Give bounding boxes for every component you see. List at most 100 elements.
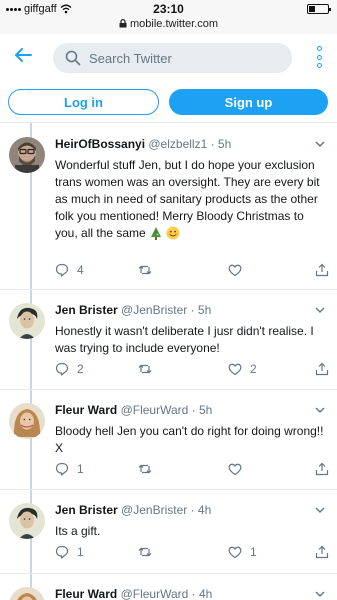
reply-button[interactable]: 1 <box>55 545 84 559</box>
timestamp[interactable]: · 4h <box>192 587 213 600</box>
reply-button[interactable]: 4 <box>55 263 84 277</box>
user-handle[interactable]: @FleurWard <box>121 403 189 417</box>
tweet-text-content: Honestly it wasn't deliberate I jusr did… <box>55 324 314 355</box>
tweet-text-content: Bloody hell Jen you can't do right for d… <box>55 424 324 455</box>
timestamp[interactable]: · 4h <box>191 503 212 517</box>
reply-icon <box>55 362 69 376</box>
share-icon <box>315 362 329 376</box>
retweet-button[interactable] <box>138 545 160 559</box>
smiling-face-icon <box>166 226 180 240</box>
user-handle[interactable]: @elzbellz1 <box>148 137 207 151</box>
display-name[interactable]: Fleur Ward <box>55 587 117 600</box>
tweet[interactable]: Jen Brister @JenBrister · 4h Its a gift.… <box>0 489 337 573</box>
battery-icon <box>307 4 331 14</box>
tweet-text: Bloody hell Jen you can't do right for d… <box>55 423 327 457</box>
tweet-text: Its a gift. <box>55 523 327 540</box>
display-name[interactable]: Jen Brister <box>55 503 118 517</box>
tweet[interactable]: Jen Brister @JenBrister · 5h Honestly it… <box>0 289 337 389</box>
tweet-text-content: Wonderful stuff Jen, but I do hope your … <box>55 158 320 240</box>
tweet[interactable]: Fleur Ward @FleurWard · 5h Bloody hell J… <box>0 389 337 489</box>
user-handle[interactable]: @JenBrister <box>121 503 187 517</box>
share-icon <box>315 263 329 277</box>
search-placeholder: Search Twitter <box>89 50 172 66</box>
address-bar[interactable]: mobile.twitter.com <box>0 18 337 30</box>
tweet-text-content: Its a gift. <box>55 524 101 538</box>
heart-icon <box>228 264 242 277</box>
tweet-actions: 4 <box>55 263 330 279</box>
login-button[interactable]: Log in <box>8 89 159 115</box>
reply-button[interactable]: 1 <box>55 462 84 476</box>
tweet-actions: 1 1 <box>55 545 330 561</box>
like-button[interactable] <box>228 263 250 277</box>
tweet-header: HeirOfBossanyi @elzbellz1 · 5h <box>55 137 231 151</box>
retweet-icon <box>138 464 152 474</box>
chevron-down-icon[interactable] <box>315 405 325 415</box>
tweet-text: Wonderful stuff Jen, but I do hope your … <box>55 157 327 242</box>
retweet-icon <box>138 547 152 557</box>
tweet-header: Fleur Ward @FleurWard · 4h <box>55 587 212 600</box>
like-button[interactable]: 1 <box>228 545 257 559</box>
avatar[interactable] <box>9 587 45 600</box>
chevron-down-icon[interactable] <box>315 305 325 315</box>
retweet-button[interactable] <box>138 263 160 277</box>
tweet[interactable]: Fleur Ward @FleurWard · 4h <box>0 573 337 600</box>
heart-icon <box>228 363 242 376</box>
avatar[interactable] <box>9 137 45 173</box>
display-name[interactable]: Jen Brister <box>55 303 118 317</box>
heart-icon <box>228 463 242 476</box>
tweet-header: Jen Brister @JenBrister · 4h <box>55 503 211 517</box>
chevron-down-icon[interactable] <box>315 505 325 515</box>
back-arrow-icon[interactable] <box>12 44 34 66</box>
retweet-icon <box>138 265 152 275</box>
reply-count: 4 <box>77 263 84 277</box>
display-name[interactable]: Fleur Ward <box>55 403 117 417</box>
timestamp[interactable]: · 5h <box>211 137 232 151</box>
share-button[interactable] <box>315 545 329 559</box>
tweet-text: Honestly it wasn't deliberate I jusr did… <box>55 323 327 357</box>
tweet-header: Jen Brister @JenBrister · 5h <box>55 303 211 317</box>
search-icon <box>65 50 81 66</box>
chevron-down-icon[interactable] <box>315 139 325 149</box>
like-button[interactable]: 2 <box>228 362 257 376</box>
display-name[interactable]: HeirOfBossanyi <box>55 137 145 151</box>
share-icon <box>315 462 329 476</box>
tweet-header: Fleur Ward @FleurWard · 5h <box>55 403 212 417</box>
lock-icon <box>119 19 127 28</box>
url-text: mobile.twitter.com <box>130 18 219 30</box>
auth-bar: Log in Sign up <box>0 86 337 120</box>
reply-count: 1 <box>77 462 84 476</box>
avatar[interactable] <box>9 503 45 539</box>
reply-count: 1 <box>77 545 84 559</box>
reply-icon <box>55 462 69 476</box>
tweet-actions: 1 <box>55 462 330 478</box>
signup-button[interactable]: Sign up <box>169 89 328 115</box>
timestamp[interactable]: · 5h <box>191 303 212 317</box>
clock: 23:10 <box>153 2 184 16</box>
more-options-icon[interactable] <box>315 46 323 68</box>
retweet-button[interactable] <box>138 462 160 476</box>
search-input[interactable]: Search Twitter <box>53 43 292 73</box>
user-handle[interactable]: @JenBrister <box>121 303 187 317</box>
tweet-actions: 2 2 <box>55 362 330 378</box>
share-icon <box>315 545 329 559</box>
reply-button[interactable]: 2 <box>55 362 84 376</box>
share-button[interactable] <box>315 362 329 376</box>
timestamp[interactable]: · 5h <box>192 403 213 417</box>
user-handle[interactable]: @FleurWard <box>121 587 189 600</box>
tweet[interactable]: HeirOfBossanyi @elzbellz1 · 5h Wonderful… <box>0 123 337 289</box>
status-bar: giffgaff 23:10 mobile.twitter.com <box>0 0 337 34</box>
like-button[interactable] <box>228 462 250 476</box>
top-bar: Search Twitter <box>0 34 337 80</box>
like-count: 2 <box>250 362 257 376</box>
share-button[interactable] <box>315 263 329 277</box>
avatar[interactable] <box>9 403 45 439</box>
avatar[interactable] <box>9 303 45 339</box>
share-button[interactable] <box>315 462 329 476</box>
retweet-icon <box>138 364 152 374</box>
christmas-tree-icon <box>151 227 162 240</box>
retweet-button[interactable] <box>138 362 160 376</box>
like-count: 1 <box>250 545 257 559</box>
reply-icon <box>55 545 69 559</box>
chevron-down-icon[interactable] <box>315 589 325 599</box>
reply-icon <box>55 263 69 277</box>
